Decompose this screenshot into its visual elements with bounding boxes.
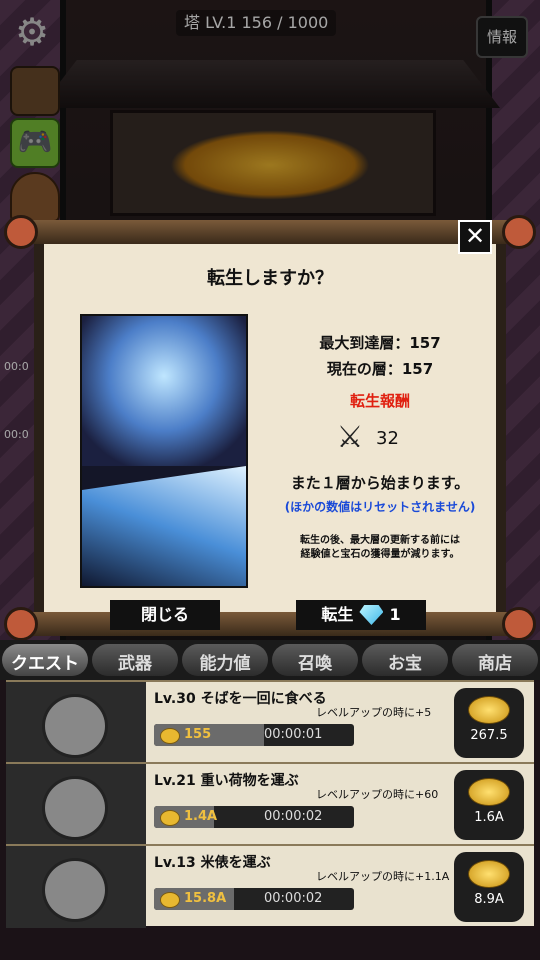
quest-icon-frame [6, 682, 146, 764]
coin-icon [160, 892, 180, 908]
quest-icon-frame [6, 764, 146, 846]
rebirth-button[interactable]: 転生 1 [296, 600, 426, 630]
quest-name: Lv.21 重い荷物を運ぶ [154, 773, 299, 789]
quest-bonus: レベルアップの時に+1.1A [316, 870, 450, 883]
quest-progress-bar: 15.8A 00:00:02 [154, 888, 354, 910]
warning-line-2: 経験値と宝石の獲得量が減ります。 [300, 549, 460, 560]
quest-row: Lv.21 重い荷物を運ぶ レベルアップの時に+60 1.4A 00:00:02… [6, 762, 534, 846]
tab-treasure[interactable]: お宝 [362, 644, 448, 676]
rod-knob [4, 607, 38, 641]
scroll-rod-top [4, 215, 536, 249]
tab-bar: クエスト 武器 能力値 召喚 お宝 商店 [0, 640, 540, 680]
rod-knob [502, 215, 536, 249]
max-floor-text: 最大到達層：157 [319, 334, 441, 352]
dialog-title: 転生しますか？ [207, 268, 333, 289]
diamond-icon [359, 605, 384, 625]
quest-reward: 155 [184, 727, 212, 742]
noodle-bowl-icon [42, 694, 108, 758]
quest-bonus: レベルアップの時に+5 [316, 706, 432, 719]
reward-title: 転生報酬 [349, 392, 410, 410]
heavy-load-icon [42, 776, 108, 840]
coins-icon [468, 778, 510, 806]
restart-note: また１層から始まります。 [290, 474, 470, 492]
quest-progress-bar: 155 00:00:01 [154, 724, 354, 746]
current-floor-text: 現在の層：157 [326, 360, 434, 378]
quest-name: Lv.30 そばを一回に食べる [154, 691, 327, 707]
coins-icon [468, 696, 510, 724]
upgrade-cost: 267.5 [470, 728, 508, 743]
upgrade-button[interactable]: 1.6A [454, 770, 524, 840]
upgrade-cost: 1.6A [474, 810, 504, 825]
rod-knob [502, 607, 536, 641]
tab-weapons[interactable]: 武器 [92, 644, 178, 676]
rebirth-cost: 1 [389, 605, 401, 624]
reward-value: 32 [376, 427, 399, 449]
upgrade-button[interactable]: 267.5 [454, 688, 524, 758]
rice-bale-icon [42, 858, 108, 922]
tab-shop[interactable]: 商店 [452, 644, 538, 676]
quest-reward: 1.4A [184, 809, 218, 824]
no-reset-note: (ほかの数値はリセットされません) [284, 500, 476, 514]
upgrade-button[interactable]: 8.9A [454, 852, 524, 922]
quest-bonus: レベルアップの時に+60 [316, 788, 439, 801]
quest-progress-bar: 1.4A 00:00:02 [154, 806, 354, 828]
reward-row: ⚔ 32 [330, 420, 450, 456]
art-panel-bottom [82, 466, 246, 586]
art-panel-top [82, 316, 246, 466]
close-icon[interactable]: ✕ [458, 220, 492, 254]
rod-knob [4, 215, 38, 249]
crossed-swords-icon: ⚔ [336, 420, 364, 455]
tab-stats[interactable]: 能力値 [182, 644, 268, 676]
quest-row: Lv.30 そばを一回に食べる レベルアップの時に+5 155 00:00:01… [6, 680, 534, 764]
quest-icon-frame [6, 846, 146, 928]
quest-name: Lv.13 米俵を運ぶ [154, 855, 271, 871]
quest-timer: 00:00:02 [264, 891, 323, 906]
tab-summon[interactable]: 召喚 [272, 644, 358, 676]
rebirth-artwork [80, 314, 248, 588]
close-button[interactable]: 閉じる [110, 600, 220, 630]
coin-icon [160, 810, 180, 826]
coins-icon [468, 860, 510, 888]
quest-reward: 15.8A [184, 891, 227, 906]
rebirth-label: 転生 [321, 605, 354, 624]
quest-timer: 00:00:01 [264, 727, 323, 742]
warning-line-1: 転生の後、最大層の更新する前には [300, 535, 460, 546]
quest-timer: 00:00:02 [264, 809, 323, 824]
upgrade-cost: 8.9A [474, 892, 504, 907]
coin-icon [160, 728, 180, 744]
quest-row: Lv.13 米俵を運ぶ レベルアップの時に+1.1A 15.8A 00:00:0… [6, 844, 534, 928]
tab-quest[interactable]: クエスト [2, 644, 88, 676]
scroll-rod-bottom [4, 607, 536, 641]
